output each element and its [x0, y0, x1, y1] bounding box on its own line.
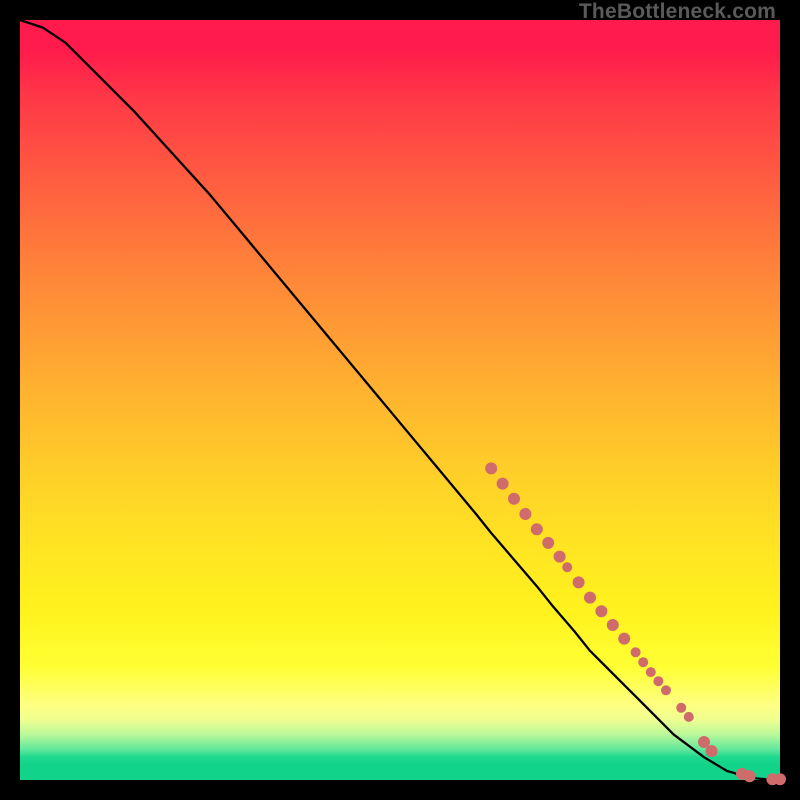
data-marker: [497, 478, 509, 490]
data-marker: [744, 770, 756, 782]
data-marker: [631, 647, 641, 657]
data-curve: [20, 20, 780, 780]
data-marker: [661, 685, 671, 695]
watermark-label: TheBottleneck.com: [579, 0, 776, 24]
data-marker: [519, 508, 531, 520]
data-marker: [584, 592, 596, 604]
data-marker: [542, 537, 554, 549]
data-marker: [618, 633, 630, 645]
data-marker: [595, 605, 607, 617]
data-marker: [638, 657, 648, 667]
data-marker: [573, 576, 585, 588]
data-marker: [653, 676, 663, 686]
data-marker: [485, 462, 497, 474]
data-marker: [531, 523, 543, 535]
data-marker: [684, 712, 694, 722]
data-marker: [508, 493, 520, 505]
data-marker: [607, 619, 619, 631]
data-marker: [562, 562, 572, 572]
marker-group: [485, 462, 786, 785]
data-marker: [554, 551, 566, 563]
data-marker: [646, 667, 656, 677]
chart-stage: TheBottleneck.com: [0, 0, 800, 800]
data-marker: [676, 703, 686, 713]
data-marker: [774, 773, 786, 785]
chart-overlay: [20, 20, 780, 780]
data-marker: [706, 745, 718, 757]
